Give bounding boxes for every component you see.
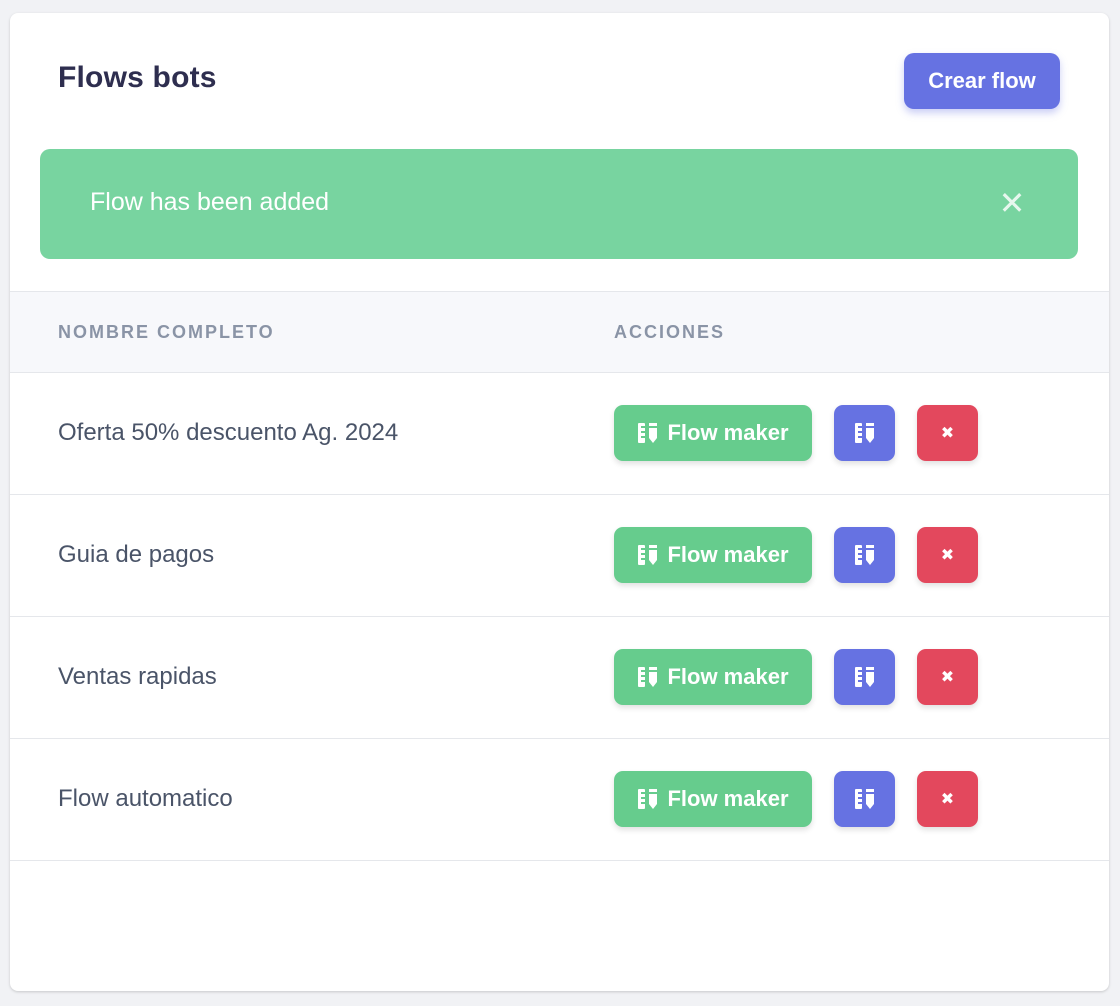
- close-icon: ✖: [940, 669, 955, 686]
- delete-button[interactable]: ✖: [917, 771, 978, 827]
- close-icon: ✖: [940, 425, 955, 442]
- flow-maker-label: Flow maker: [667, 664, 789, 689]
- flows-table: NOMBRE COMPLETO ACCIONES Oferta 50% desc…: [10, 291, 1109, 861]
- row-actions: Flow maker ✖: [614, 405, 978, 461]
- row-actions: Flow maker ✖: [614, 527, 978, 583]
- table-row: Guia de pagos Flow maker ✖: [10, 495, 1109, 617]
- flow-name: Flow automatico: [58, 785, 233, 812]
- flow-name: Guia de pagos: [58, 541, 215, 568]
- ruler-pencil-icon: [854, 787, 876, 811]
- column-header-actions: ACCIONES: [614, 322, 726, 342]
- flow-name: Ventas rapidas: [58, 663, 217, 690]
- close-icon: ✖: [940, 547, 955, 564]
- edit-button[interactable]: [834, 649, 895, 705]
- ruler-pencil-icon: [854, 543, 876, 567]
- alert-message: Flow has been added: [90, 188, 330, 216]
- flow-maker-button[interactable]: Flow maker: [614, 527, 812, 583]
- delete-button[interactable]: ✖: [917, 527, 978, 583]
- edit-button[interactable]: [834, 405, 895, 461]
- table-row: Ventas rapidas Flow maker ✖: [10, 617, 1109, 739]
- ruler-pencil-icon: [637, 787, 659, 811]
- close-icon[interactable]: ✕: [992, 183, 1032, 223]
- success-alert: Flow has been added ✕: [40, 149, 1078, 259]
- edit-button[interactable]: [834, 771, 895, 827]
- close-icon: ✖: [940, 791, 955, 808]
- table-row: Flow automatico Flow maker ✖: [10, 739, 1109, 861]
- ruler-pencil-icon: [637, 543, 659, 567]
- column-header-name: NOMBRE COMPLETO: [58, 322, 275, 342]
- delete-button[interactable]: ✖: [917, 649, 978, 705]
- ruler-pencil-icon: [637, 665, 659, 689]
- flows-card: Flows bots Crear flow Flow has been adde…: [10, 13, 1109, 991]
- flow-maker-label: Flow maker: [667, 786, 789, 811]
- row-actions: Flow maker ✖: [614, 649, 978, 705]
- edit-button[interactable]: [834, 527, 895, 583]
- delete-button[interactable]: ✖: [917, 405, 978, 461]
- ruler-pencil-icon: [854, 665, 876, 689]
- flow-maker-label: Flow maker: [667, 542, 789, 567]
- page-title: Flows bots: [58, 61, 217, 94]
- row-actions: Flow maker ✖: [614, 771, 978, 827]
- flow-maker-button[interactable]: Flow maker: [614, 405, 812, 461]
- card-header: Flows bots Crear flow: [10, 13, 1109, 149]
- ruler-pencil-icon: [854, 421, 876, 445]
- flow-name: Oferta 50% descuento Ag. 2024: [58, 419, 399, 446]
- flow-maker-button[interactable]: Flow maker: [614, 771, 812, 827]
- create-flow-button[interactable]: Crear flow: [904, 53, 1060, 109]
- flow-maker-button[interactable]: Flow maker: [614, 649, 812, 705]
- flow-maker-label: Flow maker: [667, 420, 789, 445]
- table-row: Oferta 50% descuento Ag. 2024 Flow maker…: [10, 373, 1109, 495]
- ruler-pencil-icon: [637, 421, 659, 445]
- table-header: NOMBRE COMPLETO ACCIONES: [10, 291, 1109, 373]
